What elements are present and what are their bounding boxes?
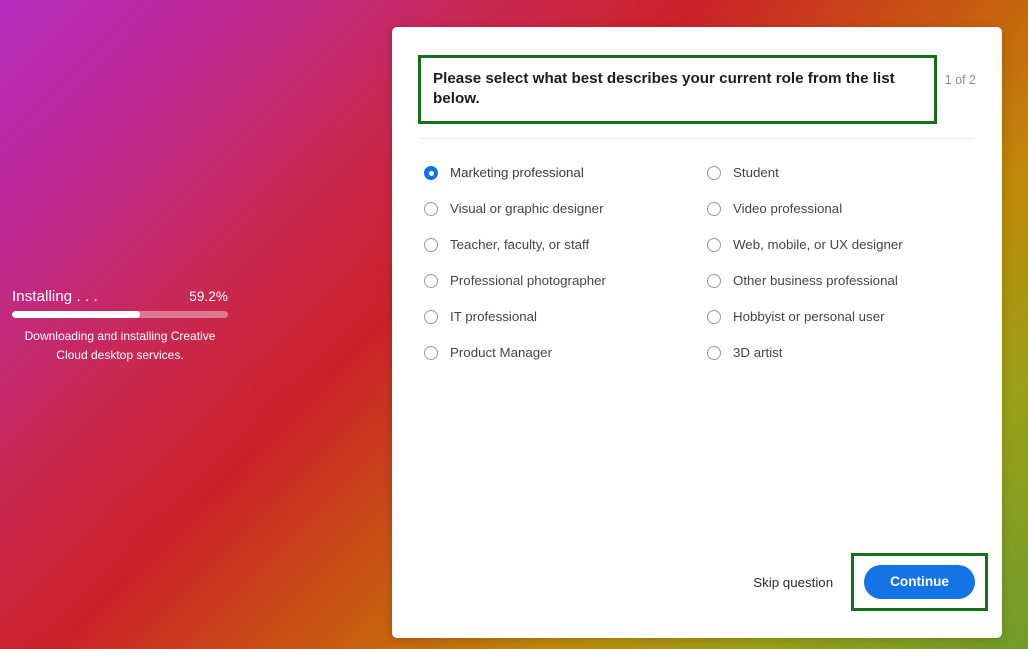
role-option-label: Video professional [733, 201, 843, 217]
role-option-label: Student [733, 165, 779, 181]
role-option[interactable]: Marketing professional [424, 155, 693, 191]
installer-percent-label: 59.2% [189, 289, 228, 304]
dialog-footer: Skip question Continue [392, 553, 1002, 638]
radio-unselected-icon[interactable] [424, 238, 438, 253]
dialog-header: Please select what best describes your c… [418, 55, 976, 125]
page-indicator: 1 of 2 [944, 73, 976, 87]
role-option[interactable]: Product Manager [424, 335, 693, 371]
role-options-grid: Marketing professional Student Visual or g… [418, 155, 976, 371]
progress-bar-track [12, 311, 228, 318]
radio-unselected-icon[interactable] [707, 238, 721, 253]
radio-unselected-icon[interactable] [707, 202, 721, 217]
radio-unselected-icon[interactable] [424, 310, 438, 325]
installer-status-label: Installing . . . [12, 288, 98, 305]
role-option-label: Marketing professional [450, 165, 584, 181]
dialog-content: Please select what best describes your c… [392, 27, 1002, 553]
question-text: Please select what best describes your c… [433, 70, 895, 108]
installer-screen: Installing . . . 59.2% Downloading and i… [0, 0, 1028, 649]
skip-question-link[interactable]: Skip question [739, 565, 847, 600]
role-option[interactable]: 3D artist [707, 335, 976, 371]
role-option[interactable]: Video professional [707, 191, 976, 227]
role-option[interactable]: Professional photographer [424, 263, 693, 299]
installer-status-row: Installing . . . 59.2% [12, 288, 228, 311]
radio-unselected-icon[interactable] [707, 274, 721, 289]
continue-button[interactable]: Continue [864, 565, 975, 599]
role-option[interactable]: Visual or graphic designer [424, 191, 693, 227]
question-highlight-box: Please select what best describes your c… [418, 55, 937, 125]
radio-unselected-icon[interactable] [424, 274, 438, 289]
radio-unselected-icon[interactable] [707, 310, 721, 325]
radio-selected-icon[interactable] [424, 166, 438, 181]
role-option-label: Visual or graphic designer [450, 201, 604, 217]
radio-unselected-icon[interactable] [424, 202, 438, 217]
installer-progress-panel: Installing . . . 59.2% Downloading and i… [0, 288, 240, 364]
role-option[interactable]: Student [707, 155, 976, 191]
radio-unselected-icon[interactable] [707, 346, 721, 361]
role-option-label: Professional photographer [450, 273, 606, 289]
role-option-label: Teacher, faculty, or staff [450, 237, 590, 253]
role-option[interactable]: Hobbyist or personal user [707, 299, 976, 335]
installer-description: Downloading and installing Creative Clou… [24, 329, 216, 362]
role-option-label: Hobbyist or personal user [733, 309, 885, 325]
radio-unselected-icon[interactable] [707, 166, 721, 181]
role-option[interactable]: Other business professional [707, 263, 976, 299]
header-divider [420, 138, 974, 140]
role-option[interactable]: IT professional [424, 299, 693, 335]
radio-unselected-icon[interactable] [424, 346, 438, 361]
role-option-label: IT professional [450, 309, 537, 325]
role-option-label: Other business professional [733, 273, 898, 289]
progress-bar-fill [12, 311, 140, 318]
continue-highlight-box: Continue [851, 553, 988, 611]
role-option[interactable]: Teacher, faculty, or staff [424, 227, 693, 263]
role-option[interactable]: Web, mobile, or UX designer [707, 227, 976, 263]
survey-dialog: Please select what best describes your c… [392, 27, 1002, 638]
role-option-label: Product Manager [450, 345, 552, 361]
role-option-label: Web, mobile, or UX designer [733, 237, 903, 253]
role-option-label: 3D artist [733, 345, 783, 361]
